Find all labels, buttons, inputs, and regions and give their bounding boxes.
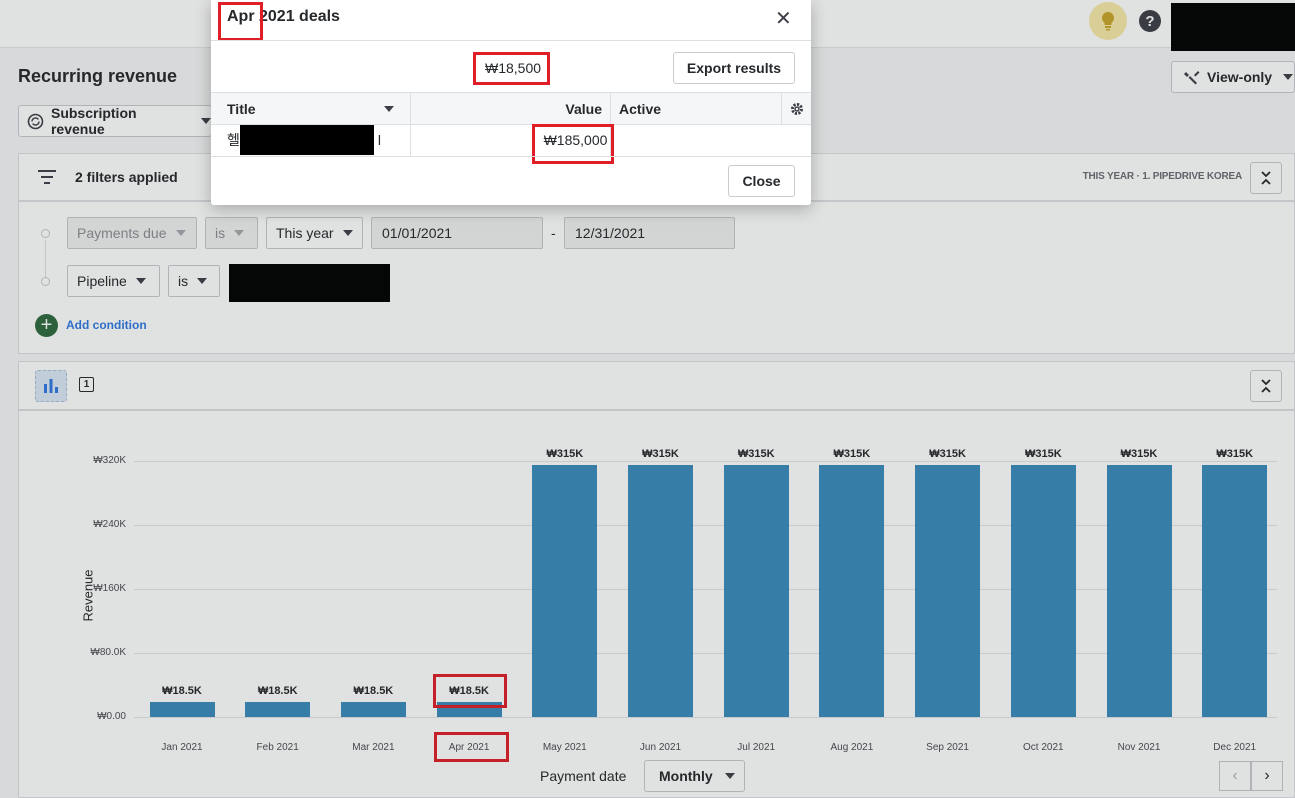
column-header-title[interactable]: Title <box>211 93 411 124</box>
deals-modal: Apr 2021 deals ✕ ₩18,500 Export results … <box>211 0 811 205</box>
deal-title-start: 헬 <box>227 132 240 148</box>
table-row[interactable]: 헬 l <box>211 124 411 156</box>
close-icon[interactable]: ✕ <box>775 6 792 31</box>
export-results-button[interactable]: Export results <box>673 52 795 84</box>
highlight-total <box>473 52 550 85</box>
highlight-modal-title <box>218 2 263 41</box>
divider <box>211 40 811 41</box>
gear-icon <box>790 102 803 115</box>
highlight-deal-value <box>532 124 614 164</box>
deal-active-cell <box>611 124 811 156</box>
deal-title-end: l <box>377 132 382 148</box>
close-button[interactable]: Close <box>728 165 795 197</box>
column-header-value[interactable]: Value <box>411 93 611 124</box>
sort-icon <box>384 105 394 112</box>
column-title-label: Title <box>227 100 256 117</box>
column-settings-button[interactable] <box>782 93 811 124</box>
divider <box>211 156 811 157</box>
redacted-deal-title <box>239 125 374 155</box>
column-header-active[interactable]: Active <box>611 93 782 124</box>
